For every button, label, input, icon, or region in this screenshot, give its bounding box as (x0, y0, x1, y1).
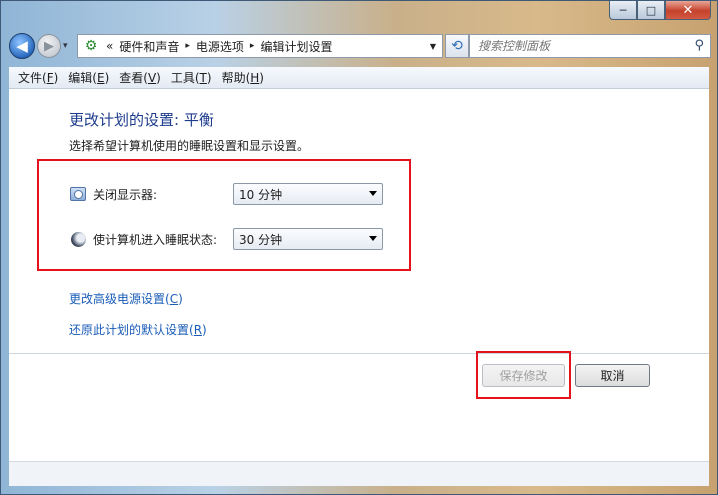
restore-defaults-link[interactable]: 还原此计划的默认设置(R) (69, 321, 207, 338)
display-off-label: 关闭显示器: (93, 187, 158, 202)
forward-button[interactable]: ▶ (37, 34, 61, 58)
menu-bar: 文件(F) 编辑(E) 查看(V) 工具(T) 帮助(H) (9, 67, 709, 89)
breadcrumb-item-hardware-sound[interactable]: 硬件和声音 (119, 38, 179, 55)
recent-pages-dropdown[interactable]: ▾ (63, 41, 68, 51)
save-changes-button[interactable]: 保存修改 (482, 364, 565, 387)
maximize-button[interactable]: □ (637, 1, 665, 20)
sleep-label: 使计算机进入睡眠状态: (93, 232, 218, 247)
breadcrumb-item-power-options[interactable]: 电源选项 (196, 38, 244, 55)
breadcrumb-item-edit-plan-settings[interactable]: 编辑计划设置 (260, 38, 332, 55)
moon-icon (69, 230, 87, 248)
chevron-right-icon[interactable]: ▸ (250, 41, 255, 51)
breadcrumb-overflow[interactable]: « (106, 39, 113, 53)
monitor-icon (69, 185, 87, 203)
main-content: 更改计划的设置: 平衡 选择希望计算机使用的睡眠设置和显示设置。 关闭显示器: … (9, 89, 709, 486)
caption-buttons: ─ □ ✕ (609, 1, 711, 20)
menu-edit[interactable]: 编辑(E) (63, 69, 114, 86)
chevron-right-icon[interactable]: ▸ (185, 41, 190, 51)
address-dropdown-icon[interactable]: ▼ (424, 35, 442, 57)
display-off-select[interactable]: 10 分钟 (233, 183, 383, 205)
search-input[interactable] (478, 39, 678, 53)
refresh-icon: ⟲ (451, 38, 463, 54)
display-off-row: 关闭显示器: 10 分钟 (69, 183, 383, 205)
chevron-down-icon (369, 236, 377, 241)
display-off-value: 10 分钟 (239, 187, 283, 202)
menu-help[interactable]: 帮助(H) (217, 69, 269, 86)
menu-tools[interactable]: 工具(T) (166, 69, 217, 86)
menu-view[interactable]: 查看(V) (114, 69, 166, 86)
sleep-row: 使计算机进入睡眠状态: 30 分钟 (69, 228, 383, 250)
close-button[interactable]: ✕ (665, 1, 711, 20)
control-panel-window: ─ □ ✕ ◀ ▶ ▾ ⚙ « 硬件和声音 ▸ 电源选项 ▸ 编辑计划设置 ▼ … (0, 0, 718, 495)
sleep-select[interactable]: 30 分钟 (233, 228, 383, 250)
refresh-button[interactable]: ⟲ (445, 34, 469, 58)
search-box[interactable]: ⚲ (469, 34, 711, 58)
advanced-settings-link[interactable]: 更改高级电源设置(C) (69, 290, 183, 307)
page-description: 选择希望计算机使用的睡眠设置和显示设置。 (69, 139, 310, 153)
control-panel-icon: ⚙ (84, 38, 98, 54)
highlight-box-settings (37, 159, 411, 271)
sleep-value: 30 分钟 (239, 232, 283, 247)
address-bar[interactable]: ⚙ « 硬件和声音 ▸ 电源选项 ▸ 编辑计划设置 ▼ (77, 34, 443, 58)
status-bar (9, 462, 709, 486)
search-icon[interactable]: ⚲ (694, 38, 704, 53)
menu-file[interactable]: 文件(F) (13, 69, 63, 86)
chevron-down-icon (369, 191, 377, 196)
page-title: 更改计划的设置: 平衡 (69, 111, 214, 129)
cancel-button[interactable]: 取消 (575, 364, 650, 387)
breadcrumb: « 硬件和声音 ▸ 电源选项 ▸ 编辑计划设置 (106, 38, 332, 55)
minimize-button[interactable]: ─ (609, 1, 637, 20)
back-button[interactable]: ◀ (9, 33, 35, 59)
navigation-bar: ◀ ▶ ▾ ⚙ « 硬件和声音 ▸ 电源选项 ▸ 编辑计划设置 ▼ ⟲ ⚲ (9, 31, 711, 61)
divider (9, 353, 709, 354)
